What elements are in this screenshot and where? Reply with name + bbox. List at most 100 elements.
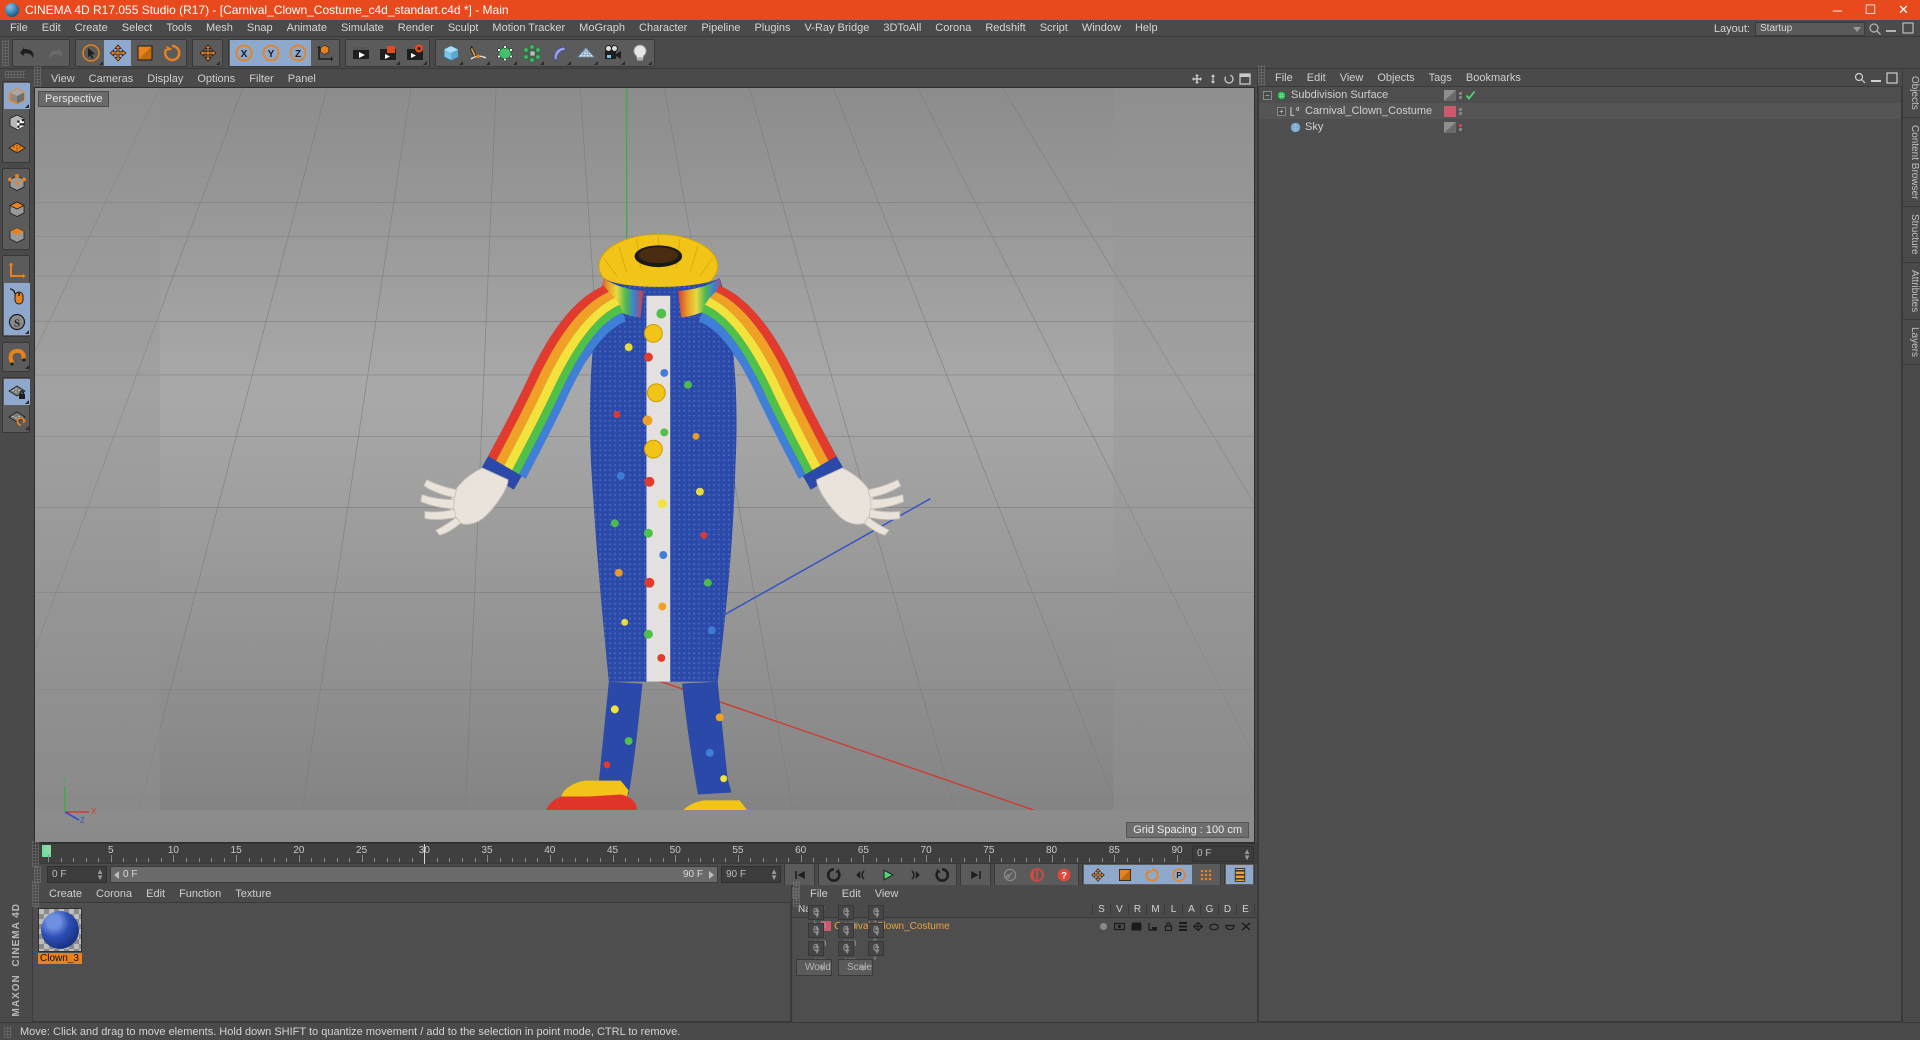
menu-file[interactable]: File <box>3 20 35 37</box>
object-tree[interactable]: − Subdivision Surface +0 Carnival_Clown_Cos… <box>1259 87 1901 1021</box>
position-key-button[interactable] <box>1084 865 1111 884</box>
coordinate-mode-dropdown[interactable]: Scale <box>837 959 873 976</box>
soft-selection-button[interactable]: S <box>4 309 30 335</box>
structure-column-v[interactable]: V <box>1111 904 1129 915</box>
previous-key-button[interactable] <box>820 865 847 884</box>
polygon-mode-button[interactable] <box>4 222 30 248</box>
add-spline-button[interactable] <box>464 39 491 66</box>
material-menu-create[interactable]: Create <box>42 888 89 900</box>
lock-z-axis[interactable]: Z <box>284 39 311 66</box>
expression-icon[interactable] <box>1225 922 1235 931</box>
object-tree-item[interactable]: − Subdivision Surface <box>1259 87 1901 103</box>
position-x-field[interactable]: 0 cm▲▼ <box>808 904 826 931</box>
deformer-icon[interactable] <box>1209 922 1219 931</box>
viewport-tab-label[interactable]: Perspective <box>38 91 110 107</box>
search-icon[interactable] <box>1868 22 1882 36</box>
go-to-end-button[interactable] <box>962 865 989 884</box>
size-x-field[interactable]: 0 cm▲▼ <box>838 904 856 931</box>
add-camera-button[interactable] <box>599 39 626 66</box>
rail-tab-layers[interactable]: Layers <box>1903 320 1920 366</box>
parameter-key-button[interactable]: P <box>1165 865 1192 884</box>
material-thumbnail[interactable] <box>38 908 82 952</box>
keyframe-selection-button[interactable]: ? <box>1050 865 1077 884</box>
start-frame-field[interactable]: 0 F ▲ ▼ <box>47 866 107 883</box>
xpresso-icon[interactable] <box>1241 921 1251 931</box>
lock-x-axis[interactable]: X <box>230 39 257 66</box>
rail-tab-objects[interactable]: Objects <box>1903 69 1920 118</box>
perspective-viewport[interactable]: Perspective Grid Spacing : 100 cm Y X Z <box>34 87 1255 843</box>
structure-menu-grip[interactable] <box>793 880 800 907</box>
object-tag-swatch[interactable] <box>1444 105 1456 117</box>
menu-mesh[interactable]: Mesh <box>199 20 240 37</box>
rotation-key-button[interactable] <box>1138 865 1165 884</box>
object-menu-objects[interactable]: Objects <box>1370 72 1421 84</box>
rotate-tool[interactable] <box>158 39 185 66</box>
add-scene-button[interactable] <box>572 39 599 66</box>
object-tag-swatch[interactable] <box>1444 121 1456 133</box>
step-forward-button[interactable] <box>901 865 928 884</box>
object-menu-bookmarks[interactable]: Bookmarks <box>1459 72 1528 84</box>
point-mode-button[interactable] <box>4 170 30 196</box>
rotation-p-field[interactable]: 0 °▲▼ <box>868 922 884 949</box>
size-y-field[interactable]: 0 cm▲▼ <box>838 922 856 949</box>
structure-column-g[interactable]: G <box>1201 904 1219 915</box>
menu-3dtoall[interactable]: 3DToAll <box>876 20 928 37</box>
edge-mode-button[interactable] <box>4 196 30 222</box>
material-item[interactable]: Clown_3 <box>38 908 82 964</box>
menu-window[interactable]: Window <box>1075 20 1128 37</box>
next-key-button[interactable] <box>928 865 955 884</box>
material-menu-edit[interactable]: Edit <box>139 888 172 900</box>
add-array-button[interactable] <box>518 39 545 66</box>
lock-workplane-button[interactable] <box>4 379 30 405</box>
enable-snapping-button[interactable] <box>4 283 30 309</box>
menu-motion-tracker[interactable]: Motion Tracker <box>485 20 572 37</box>
material-list[interactable]: Clown_3 <box>32 902 791 1022</box>
status-grip[interactable] <box>4 1025 11 1038</box>
timeline-track[interactable]: 051015202530354045505560657075808590 <box>42 843 1189 864</box>
menu-create[interactable]: Create <box>68 20 115 37</box>
menu-snap[interactable]: Snap <box>240 20 280 37</box>
render-region-button[interactable] <box>374 39 401 66</box>
menu-script[interactable]: Script <box>1033 20 1075 37</box>
animation-icon[interactable] <box>1179 921 1187 931</box>
position-z-field[interactable]: 0 cm▲▼ <box>808 940 826 967</box>
menu-plugins[interactable]: Plugins <box>747 20 797 37</box>
object-menu-file[interactable]: File <box>1268 72 1300 84</box>
object-tree-container[interactable]: − Subdivision Surface +0 Carnival_Clown_Cos… <box>1258 86 1902 1022</box>
undo-button[interactable] <box>14 39 41 66</box>
workplane-rotate-button[interactable] <box>4 405 30 431</box>
object-tree-item[interactable]: Sky <box>1259 119 1901 135</box>
menu-animate[interactable]: Animate <box>280 20 334 37</box>
object-menu-edit[interactable]: Edit <box>1300 72 1333 84</box>
structure-menu-edit[interactable]: Edit <box>835 888 868 900</box>
generator-icon[interactable] <box>1193 921 1203 931</box>
texture-mode-button[interactable] <box>4 109 30 135</box>
layout-dropdown[interactable]: Startup <box>1755 21 1865 36</box>
world-coordinates[interactable] <box>311 39 338 66</box>
object-menu-view[interactable]: View <box>1333 72 1371 84</box>
material-menu-corona[interactable]: Corona <box>89 888 139 900</box>
record-active-objects-button[interactable] <box>996 865 1023 884</box>
timeline-toggle-button[interactable] <box>1226 865 1253 884</box>
add-deformer-button[interactable] <box>545 39 572 66</box>
minimize-panel-icon[interactable] <box>1885 22 1899 36</box>
viewport-menu-panel[interactable]: Panel <box>281 73 323 85</box>
left-toolbar-grip[interactable] <box>4 71 25 78</box>
object-tag-swatch[interactable] <box>1444 89 1456 101</box>
viewport-menu-cameras[interactable]: Cameras <box>82 73 141 85</box>
menu-mograph[interactable]: MoGraph <box>572 20 632 37</box>
scale-key-button[interactable] <box>1111 865 1138 884</box>
render-icon[interactable] <box>1131 922 1142 931</box>
menu-pipeline[interactable]: Pipeline <box>694 20 747 37</box>
current-frame-field[interactable]: 0 F ▲ ▼ <box>1192 845 1254 862</box>
timeline-playhead[interactable] <box>424 843 426 864</box>
add-nurbs-button[interactable] <box>491 39 518 66</box>
menu-render[interactable]: Render <box>391 20 441 37</box>
visibility-dots[interactable] <box>1459 107 1462 115</box>
viewport-menu-options[interactable]: Options <box>190 73 242 85</box>
lock-y-axis[interactable]: Y <box>257 39 284 66</box>
world-axis-button[interactable] <box>4 257 30 283</box>
move-view-icon[interactable] <box>1191 73 1203 85</box>
rotation-b-field[interactable]: 0 ° ▲ ▼ <box>868 940 884 967</box>
structure-column-s[interactable]: S <box>1093 904 1111 915</box>
